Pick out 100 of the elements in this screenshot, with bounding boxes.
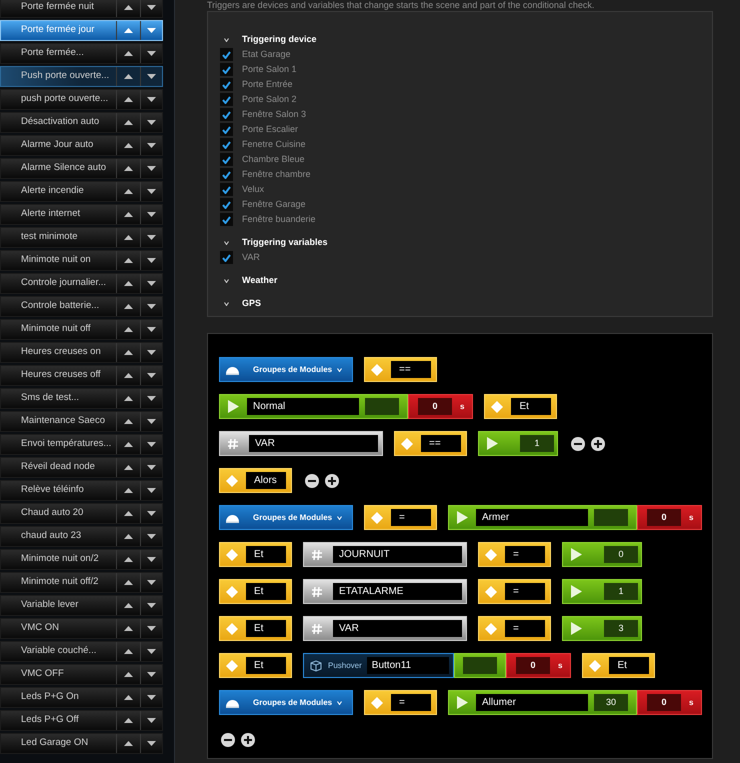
operator-block[interactable]: = bbox=[364, 505, 437, 530]
scene-list-item[interactable]: Désactivation auto bbox=[0, 112, 163, 133]
scene-list-item[interactable]: Heures creuses on bbox=[0, 342, 163, 363]
operator-field[interactable]: = bbox=[505, 620, 545, 637]
scene-list-item[interactable]: Variable lever bbox=[0, 595, 163, 616]
action-block[interactable] bbox=[454, 653, 506, 678]
scene-list-item[interactable]: Led Garage ON bbox=[0, 733, 163, 754]
operator-block[interactable]: Et bbox=[582, 653, 656, 678]
checkbox[interactable] bbox=[220, 183, 233, 196]
device-group-dropdown[interactable]: Groupes de Modules bbox=[219, 690, 353, 715]
operator-field[interactable]: Et bbox=[246, 620, 286, 637]
scene-list-item[interactable]: Minimote nuit off bbox=[0, 319, 163, 340]
add-icon[interactable] bbox=[325, 474, 339, 488]
remove-icon[interactable] bbox=[571, 436, 585, 450]
scene-list-item[interactable]: Leds P+G On bbox=[0, 687, 163, 708]
device-group-dropdown[interactable]: Groupes de Modules bbox=[219, 505, 353, 530]
device-group-dropdown[interactable]: Groupes de Modules bbox=[219, 357, 353, 382]
remove-icon[interactable] bbox=[221, 732, 235, 746]
scene-list-item[interactable]: Porte fermée nuit bbox=[0, 0, 163, 18]
operator-field[interactable]: == bbox=[421, 435, 461, 452]
scene-list-item[interactable]: Variable couché... bbox=[0, 641, 163, 662]
action-block[interactable]: Armer bbox=[448, 505, 637, 530]
scene-list-item[interactable]: Réveil dead node bbox=[0, 457, 163, 478]
operator-block[interactable]: = bbox=[478, 616, 551, 641]
delay-block[interactable]: 0 s bbox=[408, 394, 474, 419]
operator-block[interactable]: Et bbox=[484, 394, 558, 419]
action-block[interactable]: Normal bbox=[219, 394, 408, 419]
scene-list-item[interactable]: chaud auto 23 bbox=[0, 526, 163, 547]
operator-block[interactable]: == bbox=[364, 357, 437, 382]
scene-list-item[interactable]: Alarme Jour auto bbox=[0, 135, 163, 156]
checkbox[interactable] bbox=[220, 48, 233, 61]
operator-block[interactable]: = bbox=[478, 579, 551, 604]
checkbox[interactable] bbox=[220, 198, 233, 211]
operator-block[interactable]: Et bbox=[219, 653, 292, 678]
checkbox[interactable] bbox=[220, 108, 233, 121]
action-field[interactable]: Normal bbox=[247, 398, 359, 415]
scene-list-item[interactable]: push porte ouverte... bbox=[0, 89, 163, 110]
add-icon[interactable] bbox=[241, 732, 255, 746]
operator-block[interactable]: Alors bbox=[219, 468, 292, 493]
operator-field[interactable]: = bbox=[505, 546, 545, 563]
checkbox[interactable] bbox=[220, 123, 233, 136]
variable-field[interactable]: VAR bbox=[333, 620, 462, 637]
scene-list-item[interactable]: Maintenance Saeco bbox=[0, 411, 163, 432]
operator-field[interactable]: Et bbox=[246, 546, 286, 563]
scene-list-item[interactable]: Chaud auto 20 bbox=[0, 503, 163, 524]
action-value-field[interactable] bbox=[365, 398, 399, 415]
checkbox[interactable] bbox=[220, 168, 233, 181]
scene-list-item[interactable]: Envoi températures... bbox=[0, 434, 163, 455]
delay-block[interactable]: 0 s bbox=[637, 505, 702, 530]
action-field[interactable]: Armer bbox=[476, 509, 588, 526]
scene-list-item[interactable]: Alerte internet bbox=[0, 204, 163, 225]
scene-list-item[interactable]: Heures creuses off bbox=[0, 365, 163, 386]
scene-list-item[interactable]: Alerte incendie bbox=[0, 181, 163, 202]
operator-field[interactable]: = bbox=[391, 509, 431, 526]
scene-list-item[interactable]: Controle journalier... bbox=[0, 273, 163, 294]
action-value-field[interactable] bbox=[594, 509, 628, 526]
variable-block[interactable]: ETATALARME bbox=[303, 579, 467, 604]
scene-list-item[interactable]: Minimote nuit off/2 bbox=[0, 572, 163, 593]
variable-field[interactable]: ETATALARME bbox=[333, 583, 462, 600]
operator-field[interactable]: = bbox=[505, 583, 545, 600]
scene-list-item[interactable]: Leds P+G Off bbox=[0, 710, 163, 731]
checkbox[interactable] bbox=[220, 78, 233, 91]
scene-list-item[interactable]: Porte fermée... bbox=[0, 43, 163, 64]
variable-field[interactable]: JOURNUIT bbox=[333, 546, 462, 563]
checkbox[interactable] bbox=[220, 138, 233, 151]
scene-list-item[interactable]: Push porte ouverte... bbox=[0, 66, 163, 87]
checkbox[interactable] bbox=[220, 251, 233, 264]
operator-block[interactable]: == bbox=[394, 431, 467, 456]
operator-field[interactable]: Alors bbox=[246, 472, 286, 489]
section-title[interactable]: Triggering device bbox=[242, 32, 317, 46]
scene-list-item[interactable]: Porte fermée jour bbox=[0, 20, 163, 41]
checkbox[interactable] bbox=[220, 153, 233, 166]
operator-block[interactable]: Et bbox=[219, 616, 292, 641]
scene-list-item[interactable]: Minimote nuit on/2 bbox=[0, 549, 163, 570]
operator-field[interactable]: Et bbox=[609, 657, 650, 674]
value-block[interactable]: 1 bbox=[562, 579, 642, 604]
variable-field[interactable]: VAR bbox=[249, 435, 378, 452]
operator-field[interactable]: Et bbox=[246, 583, 286, 600]
scene-list-item[interactable]: VMC ON bbox=[0, 618, 163, 639]
variable-block[interactable]: VAR bbox=[219, 431, 383, 456]
operator-block[interactable]: = bbox=[478, 542, 551, 567]
checkbox[interactable] bbox=[220, 93, 233, 106]
operator-field[interactable]: = bbox=[391, 694, 431, 711]
variable-block[interactable]: JOURNUIT bbox=[303, 542, 467, 567]
scene-list-item[interactable]: test minimote bbox=[0, 227, 163, 248]
operator-field[interactable]: Et bbox=[511, 398, 552, 415]
operator-block[interactable]: = bbox=[364, 690, 437, 715]
operator-block[interactable]: Et bbox=[219, 542, 292, 567]
section-title[interactable]: Triggering variables bbox=[242, 236, 328, 250]
value-block[interactable]: 1 bbox=[478, 431, 558, 456]
checkbox[interactable] bbox=[220, 213, 233, 226]
scene-list-item[interactable]: Controle batterie... bbox=[0, 296, 163, 317]
operator-field[interactable]: Et bbox=[246, 657, 286, 674]
variable-block[interactable]: VAR bbox=[303, 616, 467, 641]
action-field[interactable]: Allumer bbox=[476, 694, 588, 711]
device-field[interactable]: Button11 bbox=[366, 657, 449, 674]
value-block[interactable]: 0 bbox=[562, 542, 642, 567]
operator-block[interactable]: Et bbox=[219, 579, 292, 604]
scene-list-item[interactable]: Relève téléinfo bbox=[0, 480, 163, 501]
delay-block[interactable]: 0 s bbox=[506, 653, 572, 678]
